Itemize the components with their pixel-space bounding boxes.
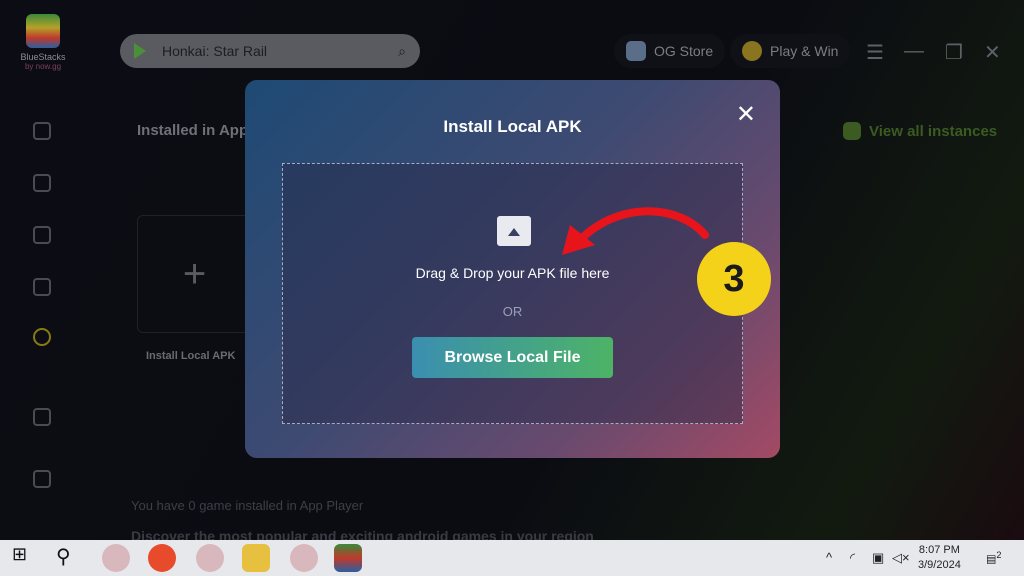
dialog-title: Install Local APK bbox=[443, 117, 582, 136]
red-arrow-annotation bbox=[562, 207, 709, 255]
w3-icon[interactable] bbox=[33, 278, 51, 296]
play-win-button[interactable]: Play & Win bbox=[730, 34, 851, 68]
heart-icon[interactable] bbox=[33, 328, 51, 346]
close-icon[interactable]: ✕ bbox=[736, 100, 756, 129]
step-number-badge: 3 bbox=[697, 242, 771, 316]
cloud-icon[interactable] bbox=[33, 226, 51, 244]
volume-muted-icon[interactable]: ◁× bbox=[892, 550, 910, 566]
search-input[interactable]: Honkai: Star Rail ⌕ bbox=[120, 34, 420, 68]
folder-upload-icon bbox=[497, 216, 531, 246]
clock[interactable]: 8:07 PM 3/9/2024 bbox=[918, 543, 961, 573]
plus-icon: + bbox=[182, 251, 207, 296]
or-text: OR bbox=[502, 304, 523, 319]
search-icon[interactable]: ⌕ bbox=[398, 43, 406, 60]
games-count-text: You have 0 game installed in App Player bbox=[131, 498, 364, 513]
wifi-icon[interactable]: ◜ bbox=[850, 550, 855, 566]
logo-text: BlueStacks bbox=[20, 52, 66, 62]
view-all-instances-link[interactable]: View all instances bbox=[843, 122, 997, 140]
home-icon[interactable] bbox=[33, 122, 51, 140]
date: 3/9/2024 bbox=[918, 559, 961, 571]
coin-icon bbox=[742, 41, 762, 61]
view-all-label: View all instances bbox=[869, 122, 998, 140]
discover-heading: Discover the most popular and exciting a… bbox=[131, 528, 594, 540]
battery-icon[interactable]: ▣ bbox=[872, 550, 884, 566]
multi-instance-icon[interactable] bbox=[33, 470, 51, 488]
file-explorer-icon[interactable] bbox=[242, 544, 270, 572]
og-store-icon bbox=[626, 41, 646, 61]
og-store-button[interactable]: OG Store bbox=[614, 34, 726, 68]
crown-icon[interactable] bbox=[33, 174, 51, 192]
blurred-app-icon[interactable] bbox=[196, 544, 224, 572]
restore-icon[interactable]: ❐ bbox=[945, 40, 963, 65]
wps-office-icon[interactable] bbox=[148, 544, 176, 572]
logo-icon bbox=[26, 14, 60, 48]
notification-center-icon[interactable]: ▤2 bbox=[986, 550, 1002, 566]
logo-subtext: by now.gg bbox=[24, 62, 62, 71]
play-store-icon bbox=[134, 43, 146, 59]
menu-icon[interactable]: ☰ bbox=[866, 40, 884, 65]
search-icon[interactable]: ⚲ bbox=[56, 544, 84, 572]
install-apk-label: Install Local APK bbox=[146, 350, 236, 362]
browse-local-file-button[interactable]: Browse Local File bbox=[412, 337, 613, 378]
blurred-app-icon[interactable] bbox=[102, 544, 130, 572]
minimize-icon[interactable]: — bbox=[904, 40, 924, 63]
notification-count: 2 bbox=[996, 550, 1002, 560]
windows-start-icon[interactable]: ⊞ bbox=[12, 544, 40, 572]
search-value: Honkai: Star Rail bbox=[162, 43, 268, 59]
blurred-app-icon[interactable] bbox=[290, 544, 318, 572]
layers-icon[interactable] bbox=[33, 408, 51, 426]
og-store-label: OG Store bbox=[654, 43, 714, 59]
install-apk-card[interactable]: + bbox=[137, 215, 252, 333]
taskbar: ⊞ ⚲ ^ ◜ ▣ ◁× 8:07 PM 3/9/2024 ▤2 bbox=[0, 540, 1024, 576]
close-window-icon[interactable]: ✕ bbox=[984, 40, 1001, 65]
bluestacks-taskbar-icon[interactable] bbox=[334, 544, 362, 572]
layers-icon bbox=[843, 122, 861, 140]
bluestacks-logo: BlueStacks by now.gg bbox=[16, 14, 70, 71]
play-win-label: Play & Win bbox=[770, 43, 839, 59]
tray-chevron-icon[interactable]: ^ bbox=[826, 550, 832, 565]
time: 8:07 PM bbox=[918, 544, 960, 556]
